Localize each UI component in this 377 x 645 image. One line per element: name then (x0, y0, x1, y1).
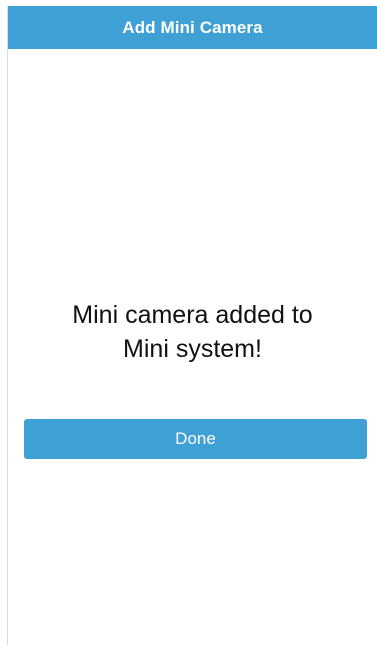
nav-header: Add Mini Camera (8, 6, 377, 49)
page-title: Add Mini Camera (122, 17, 263, 37)
app-screen: Add Mini Camera Mini camera added to Min… (0, 0, 377, 645)
success-message: Mini camera added to Mini system! (8, 298, 377, 366)
done-button[interactable]: Done (24, 419, 367, 459)
success-message-line-1: Mini camera added to (72, 301, 313, 329)
success-message-line-2: Mini system! (123, 335, 262, 363)
